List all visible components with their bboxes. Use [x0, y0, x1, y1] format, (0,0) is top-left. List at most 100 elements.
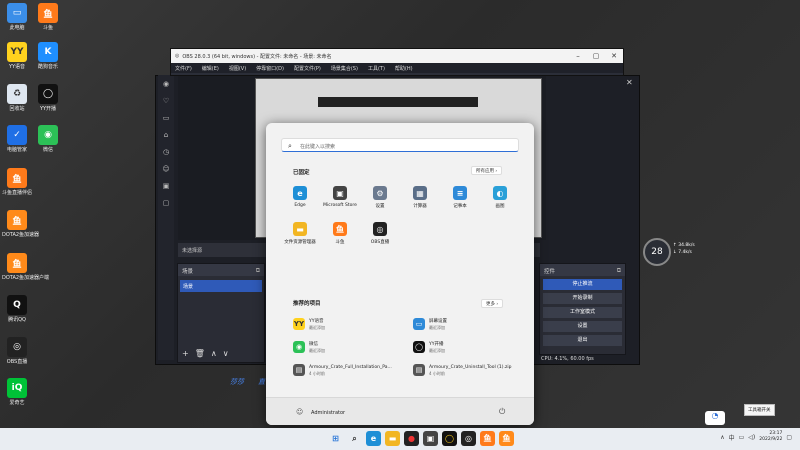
recommended-item[interactable]: ◉ 微信 最近添加	[293, 341, 325, 353]
up-icon[interactable]: ∧	[211, 349, 217, 358]
store-icon[interactable]: ▣	[423, 431, 438, 446]
app-icon: ⚙	[373, 186, 387, 200]
desktop-icon[interactable]: YY YY语音	[2, 42, 32, 70]
pinned-app[interactable]: ⚙ 设置	[358, 186, 402, 209]
system-tray: ∧ 中 ▭ ◁) 23:17 2022/9/22 ▢	[720, 431, 792, 443]
desktop-icon[interactable]: 鱼 DOTA2鱼加速器户端	[2, 253, 49, 281]
control-button[interactable]: 设置	[543, 321, 622, 332]
recommended-item[interactable]: ◯ YY开播 最近添加	[413, 341, 445, 353]
obs-menu-item[interactable]: 帮助(H)	[395, 65, 413, 72]
netease-icon[interactable]: ●	[404, 431, 419, 446]
desktop-icon[interactable]: 鱼斗鱼	[33, 3, 63, 31]
explorer-icon[interactable]: ▬	[385, 431, 400, 446]
pinned-app-label: OBS直播	[370, 240, 390, 245]
app-icon: ▭	[413, 318, 425, 330]
desktop-icon[interactable]: ♻ 回收站	[2, 84, 32, 112]
pinned-app-label: 画图	[495, 204, 505, 209]
recommended-item[interactable]: ▤ Armoury_Crate_Full_Installation_Pa... 4 …	[293, 364, 392, 376]
obs-status-bar: CPU: 4.1%, 60.00 fps	[541, 356, 594, 362]
obs-menu-item[interactable]: 文件(F)	[175, 65, 192, 72]
user-icon[interactable]: ☺	[161, 165, 171, 175]
avatar-icon[interactable]: ☺	[296, 408, 303, 416]
overlay-text-right: 直	[258, 378, 265, 386]
recommended-item[interactable]: ▭ 屏幕设置 最近添加	[413, 318, 447, 330]
recommended-item[interactable]: YY YY语音 最近添加	[293, 318, 325, 330]
desktop-icon[interactable]: Q 腾讯QQ	[2, 295, 32, 323]
app-icon: iQ	[7, 378, 27, 398]
obs-menu-item[interactable]: 场景集合(S)	[331, 65, 358, 72]
douyu-live-taskbar-icon[interactable]: 鱼	[499, 431, 514, 446]
obs-menu-item[interactable]: 工具(T)	[368, 65, 385, 72]
volume-icon[interactable]: ◁)	[748, 434, 755, 441]
toolbox-float-icon[interactable]: ◔	[705, 411, 725, 425]
desktop-icon[interactable]: ▭ 此电脑	[2, 3, 32, 31]
control-button[interactable]: 开始录制	[543, 293, 622, 304]
pinned-app[interactable]: ◎ OBS直播	[358, 222, 402, 245]
close-icon[interactable]: ✕	[605, 52, 623, 60]
add-icon[interactable]: +	[182, 349, 189, 358]
desktop-icon[interactable]: iQ 爱奇艺	[2, 378, 32, 406]
desktop-icon-label: 回收站	[9, 106, 25, 112]
control-button[interactable]: 停止推流	[543, 279, 622, 290]
scene-item[interactable]: 场景	[180, 280, 262, 292]
chat-icon[interactable]: ▭	[161, 114, 171, 124]
desktop-icon[interactable]: 鱼斗鱼直播伴侣	[2, 168, 32, 196]
chevron-up-icon[interactable]: ∧	[720, 434, 724, 441]
desktop-icon-label: 酷狗音乐	[37, 64, 58, 70]
down-icon[interactable]: ∨	[223, 349, 229, 358]
search-taskbar-icon[interactable]: ⌕	[347, 431, 362, 446]
desktop-icon[interactable]: K 酷狗音乐	[33, 42, 63, 70]
user-name[interactable]: Administrator	[311, 410, 345, 416]
maximize-icon[interactable]: ▢	[587, 52, 605, 60]
dock-undock-icon[interactable]: ⧉	[617, 267, 621, 274]
pinned-app[interactable]: ≡ 记事本	[438, 186, 482, 209]
douyu-taskbar-icon[interactable]: 鱼	[480, 431, 495, 446]
heart-icon[interactable]: ♡	[161, 97, 171, 107]
start-button[interactable]: ⊞	[328, 431, 343, 446]
edge-icon[interactable]: e	[366, 431, 381, 446]
pinned-app[interactable]: e Edge	[278, 186, 322, 208]
yy-icon[interactable]: ◯	[442, 431, 457, 446]
outer-close-icon[interactable]: ✕	[626, 78, 633, 87]
dock-undock-icon[interactable]: ⧉	[256, 267, 260, 274]
ime-icon[interactable]: 中	[729, 433, 735, 442]
power-icon[interactable]: ⏻	[499, 407, 505, 417]
all-apps-button[interactable]: 所有应用 ›	[471, 166, 503, 175]
search-input[interactable]: ⌕ 在此键入以搜索	[281, 138, 519, 152]
pinned-app[interactable]: ▦ 计算器	[398, 186, 442, 209]
desktop-icon-label: OBS直播	[6, 359, 28, 365]
pinned-app[interactable]: 鱼斗鱼	[318, 222, 362, 245]
bag-icon[interactable]: ▢	[161, 199, 171, 209]
clock-date: 2022/9/22	[759, 437, 783, 442]
clock[interactable]: 23:17 2022/9/22	[759, 431, 782, 443]
network-speed-widget[interactable]: 28	[643, 238, 671, 266]
desktop-icon[interactable]: ◉ 微信	[33, 125, 63, 153]
trash-icon[interactable]: 🗑	[195, 349, 205, 358]
obs-menu-item[interactable]: 配置文件(P)	[294, 65, 321, 72]
obs-app-icon: ◎	[175, 53, 180, 59]
clock-icon[interactable]: ◷	[161, 148, 171, 158]
pinned-app[interactable]: ▬ 文件资源管理器	[278, 222, 322, 245]
controls-title: 控件	[544, 269, 556, 275]
app-icon: 鱼	[7, 168, 27, 188]
home-icon[interactable]: ⌂	[161, 131, 171, 141]
desktop-icon[interactable]: ◯ YY开播	[33, 84, 63, 112]
recommended-item[interactable]: ▤ Armoury_Crate_Uninstall_Tool (1).zip 4 小…	[413, 364, 511, 376]
recommended-title: Armoury_Crate_Uninstall_Tool (1).zip	[429, 364, 512, 370]
desktop-icon[interactable]: 鱼 DOTA2鱼加速器	[2, 210, 39, 238]
control-button[interactable]: 工作室模式	[543, 307, 622, 318]
obs-menu-item[interactable]: 编辑(E)	[202, 65, 219, 72]
control-button[interactable]: 退出	[543, 335, 622, 346]
minimize-icon[interactable]: –	[569, 52, 587, 60]
obs-menu-item[interactable]: 视图(V)	[229, 65, 246, 72]
tv-icon[interactable]: ▣	[161, 182, 171, 192]
more-button[interactable]: 更多 ›	[481, 299, 504, 308]
network-icon[interactable]: ▭	[739, 434, 745, 441]
obs-taskbar-icon[interactable]: ◎	[461, 431, 476, 446]
pinned-app[interactable]: ◐ 画图	[478, 186, 522, 209]
notification-icon[interactable]: ▢	[786, 434, 792, 441]
desktop-icon[interactable]: ✓ 电脑管家	[2, 125, 32, 153]
desktop-icon[interactable]: ◎ OBS直播	[2, 337, 32, 365]
pinned-app[interactable]: ▣ Microsoft Store	[318, 186, 362, 208]
obs-menu-item[interactable]: 停靠窗口(D)	[256, 65, 284, 72]
